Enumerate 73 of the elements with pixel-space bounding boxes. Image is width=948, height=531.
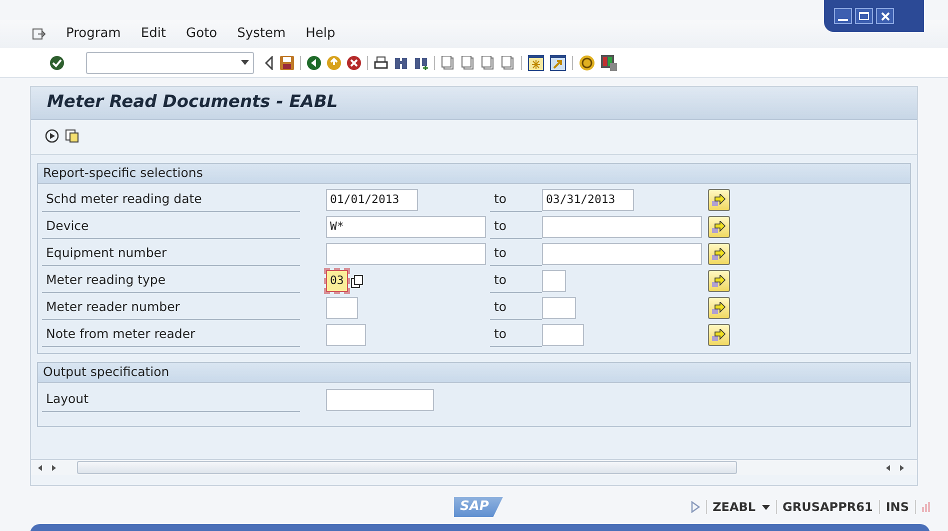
input-field[interactable] xyxy=(542,324,584,346)
next-page-icon[interactable] xyxy=(481,56,495,70)
menu-item[interactable]: Help xyxy=(306,24,336,44)
multiple-selection-button[interactable] xyxy=(708,324,730,346)
arrow-icon xyxy=(712,248,726,260)
execute-icon[interactable] xyxy=(45,129,59,143)
multiple-selection-button[interactable] xyxy=(708,189,730,211)
close-icon xyxy=(880,12,890,20)
dropdown-icon[interactable] xyxy=(241,60,249,65)
field-label: Schd meter reading date xyxy=(42,188,300,212)
menu-item[interactable]: Program xyxy=(66,24,121,44)
maximize-button[interactable] xyxy=(855,8,873,24)
input-field[interactable]: 03 xyxy=(326,270,348,292)
back-icon[interactable] xyxy=(307,56,321,70)
field-label: Note from meter reader xyxy=(42,323,300,347)
help-icon[interactable] xyxy=(579,54,595,70)
input-field[interactable] xyxy=(326,389,434,411)
menu-item[interactable]: System xyxy=(237,24,286,44)
last-page-icon[interactable] xyxy=(501,56,515,70)
shortcut-icon[interactable] xyxy=(550,54,566,70)
input-field[interactable] xyxy=(542,243,702,265)
save-icon[interactable] xyxy=(280,56,294,70)
input-field[interactable]: W* xyxy=(326,216,486,238)
first-page-icon[interactable] xyxy=(441,56,455,70)
multiple-selection-button[interactable] xyxy=(708,270,730,292)
input-field[interactable] xyxy=(542,270,566,292)
input-field[interactable] xyxy=(542,216,702,238)
input-field[interactable] xyxy=(326,324,366,346)
scroll-left-icon[interactable] xyxy=(37,462,57,472)
back-triangle-icon[interactable] xyxy=(264,56,274,70)
input-mode: INS xyxy=(886,499,909,516)
arrow-icon xyxy=(712,221,726,233)
scroll-right-icon[interactable] xyxy=(885,462,905,472)
cancel-icon[interactable] xyxy=(347,56,361,70)
screen-title: Meter Read Documents - EABL xyxy=(47,91,338,114)
layout-settings-icon[interactable] xyxy=(601,54,617,70)
field-label: Meter reader number xyxy=(42,296,300,320)
minimize-button[interactable] xyxy=(834,8,852,24)
menu-item[interactable]: Goto xyxy=(186,24,218,44)
multiple-selection-button[interactable] xyxy=(708,243,730,265)
sap-logo: SAP xyxy=(454,497,503,517)
menu-item[interactable]: Edit xyxy=(140,24,166,44)
dropdown-icon[interactable] xyxy=(762,504,770,510)
input-field[interactable]: 01/01/2013 xyxy=(326,189,418,211)
enter-icon[interactable] xyxy=(50,56,64,70)
print-icon[interactable] xyxy=(374,56,388,70)
input-field[interactable] xyxy=(326,243,486,265)
multiple-selection-button[interactable] xyxy=(708,297,730,319)
close-button[interactable] xyxy=(876,8,894,24)
arrow-icon xyxy=(712,329,726,341)
transaction-code: ZEABL xyxy=(712,499,756,516)
input-field[interactable] xyxy=(542,297,576,319)
menu-icon[interactable] xyxy=(32,28,46,40)
input-field[interactable] xyxy=(326,297,358,319)
section-title: Output specification xyxy=(43,363,170,382)
field-label: Meter reading type xyxy=(42,269,300,293)
new-window-icon[interactable] xyxy=(528,54,544,70)
section-title: Report-specific selections xyxy=(43,164,203,182)
signal-icon xyxy=(922,501,930,513)
arrow-icon xyxy=(712,194,726,206)
previous-page-icon[interactable] xyxy=(461,56,475,70)
multiple-selection-button[interactable] xyxy=(708,216,730,238)
expand-triangle-icon[interactable] xyxy=(690,501,700,513)
field-label: Layout xyxy=(42,388,300,412)
command-field[interactable] xyxy=(86,52,254,74)
server-name: GRUSAPPR61 xyxy=(782,499,873,516)
field-label: Device xyxy=(42,215,300,239)
search-help-icon[interactable] xyxy=(351,274,363,288)
input-field[interactable]: 03/31/2013 xyxy=(542,189,634,211)
arrow-icon xyxy=(712,275,726,287)
field-label: Equipment number xyxy=(42,242,300,266)
variant-icon[interactable] xyxy=(65,129,79,143)
arrow-icon xyxy=(712,302,726,314)
